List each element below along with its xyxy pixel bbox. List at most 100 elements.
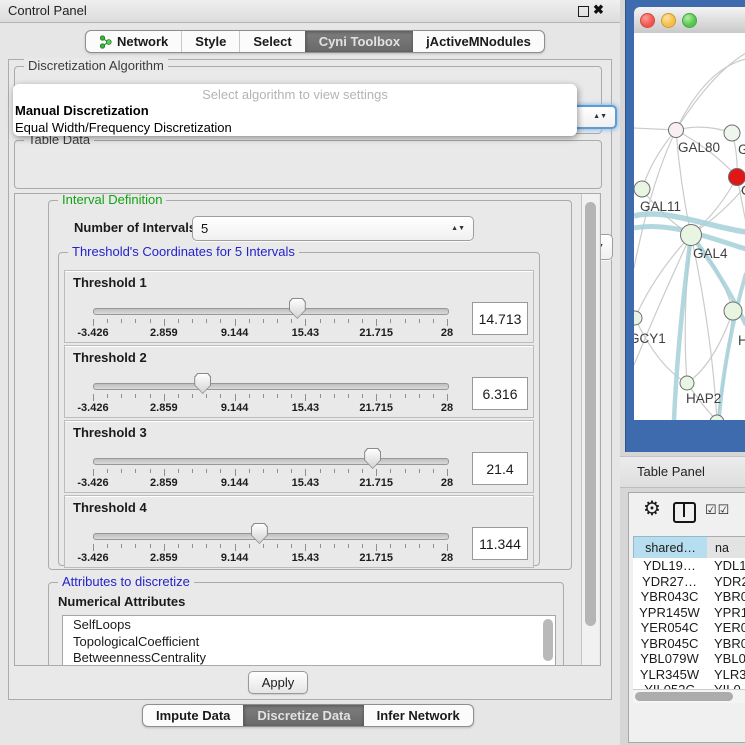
slider-tick-label: -3.426 xyxy=(77,477,108,489)
tab-network[interactable]: Network xyxy=(86,31,181,52)
dropdown-option-equal-width[interactable]: Equal Width/Frequency Discretization xyxy=(13,119,577,136)
cell-name: YBR0 xyxy=(706,589,745,604)
number-of-intervals-combobox[interactable]: 5 ▲▼ xyxy=(192,216,474,241)
network-node-label: GAL80 xyxy=(678,140,720,155)
close-icon[interactable]: ✖ xyxy=(593,2,604,18)
table-row[interactable]: YPR145WYPR1 xyxy=(633,605,745,621)
threshold-value-field[interactable]: 6.316 xyxy=(472,377,528,410)
network-node[interactable] xyxy=(634,311,642,325)
slider-track[interactable] xyxy=(93,383,449,390)
list-item[interactable]: BetweennessCentrality xyxy=(63,650,539,666)
horizontal-scrollbar-thumb[interactable] xyxy=(635,692,733,701)
slider-tick xyxy=(206,319,207,323)
table-row[interactable]: YIL052CYIL0 xyxy=(633,682,745,689)
slider-tick xyxy=(263,544,264,548)
table-row[interactable]: YBR043CYBR0 xyxy=(633,589,745,605)
list-item[interactable]: SelfLoops xyxy=(63,617,539,634)
scrollbar-thumb[interactable] xyxy=(585,202,596,626)
table-row[interactable]: YLR345WYLR3 xyxy=(633,667,745,683)
slider-tick xyxy=(291,469,292,473)
table-row[interactable]: YDR27…YDR2 xyxy=(633,574,745,590)
threshold-panel: Threshold 4-3.4262.8599.14415.4321.71528… xyxy=(64,495,534,568)
slider-thumb-face xyxy=(252,524,267,543)
slider-thumb[interactable] xyxy=(194,373,211,394)
slider-tick xyxy=(164,544,165,551)
tab-label: jActiveMNodules xyxy=(426,34,531,49)
tab-impute-data[interactable]: Impute Data xyxy=(143,705,243,726)
zoom-traffic-light-icon[interactable] xyxy=(682,13,697,28)
slider-tick xyxy=(376,469,377,476)
network-node[interactable] xyxy=(724,302,742,320)
application-root: Control Panel ✖ Network Style Select Cyn… xyxy=(0,0,745,745)
threshold-value-field[interactable]: 21.4 xyxy=(472,452,528,485)
network-node[interactable] xyxy=(681,225,702,246)
table-row[interactable]: YBR045CYBR0 xyxy=(633,636,745,652)
slider-tick xyxy=(433,394,434,398)
slider-tick xyxy=(447,394,448,401)
network-node[interactable] xyxy=(634,181,650,197)
apply-button[interactable]: Apply xyxy=(248,671,308,694)
apply-button-label: Apply xyxy=(262,675,295,690)
list-item[interactable]: TopologicalCoefficient xyxy=(63,634,539,651)
network-window-titlebar[interactable] xyxy=(634,7,745,34)
close-traffic-light-icon[interactable] xyxy=(640,13,655,28)
tab-cyni-toolbox[interactable]: Cyni Toolbox xyxy=(305,31,413,52)
tab-style[interactable]: Style xyxy=(181,31,239,52)
threshold-value-field[interactable]: 11.344 xyxy=(472,527,528,560)
network-node[interactable] xyxy=(724,125,740,141)
network-node[interactable] xyxy=(669,123,684,138)
group-title: Threshold's Coordinates for 5 Intervals xyxy=(68,244,299,259)
network-canvas[interactable]: GAL80GACGAL11GAL4GCY1HHAP2 xyxy=(634,33,745,420)
table-panel: ⚙ ☑☑ shared… na YDL19…YDL1YDR27…YDR2YBR0… xyxy=(628,492,745,743)
threshold-panel: Threshold 1-3.4262.8599.14415.4321.71528… xyxy=(64,270,534,343)
threshold-value-field[interactable]: 14.713 xyxy=(472,302,528,335)
tab-infer-network[interactable]: Infer Network xyxy=(364,705,473,726)
slider-tick xyxy=(164,394,165,401)
slider-track[interactable] xyxy=(93,533,449,540)
network-node[interactable] xyxy=(680,376,694,390)
column-header-shared-name[interactable]: shared… xyxy=(633,536,708,559)
minimize-traffic-light-icon[interactable] xyxy=(661,13,676,28)
slider-tick xyxy=(390,394,391,398)
table-row[interactable]: YER054CYER0 xyxy=(633,620,745,636)
slider-tick xyxy=(405,319,406,323)
slider-tick-label: 28 xyxy=(441,402,453,414)
right-panel: GAL80GACGAL11GAL4GCY1HHAP2 Table Panel ⚙… xyxy=(620,0,745,745)
slider-tick-label: 2.859 xyxy=(150,552,178,564)
slider-track[interactable] xyxy=(93,458,449,465)
tab-jactivemnodules[interactable]: jActiveMNodules xyxy=(413,31,544,52)
slider-thumb[interactable] xyxy=(289,298,306,319)
table-data-group: Table Data galFiltered.sif default node … xyxy=(14,140,602,189)
slider-tick xyxy=(390,469,391,473)
attribute-items: SelfLoopsTopologicalCoefficientBetweenne… xyxy=(63,617,539,666)
slider-tick xyxy=(178,469,179,473)
scrollbar-track[interactable] xyxy=(581,194,599,665)
table-row[interactable]: YDL19…YDL1 xyxy=(633,558,745,574)
numerical-attributes-list[interactable]: SelfLoopsTopologicalCoefficientBetweenne… xyxy=(62,615,556,666)
float-window-icon[interactable] xyxy=(578,6,589,17)
slider-tick-label: 28 xyxy=(441,327,453,339)
checkbox-icons[interactable]: ☑☑ xyxy=(705,502,730,518)
tab-select[interactable]: Select xyxy=(239,31,304,52)
slider-tick xyxy=(263,469,264,473)
slider-tick xyxy=(419,544,420,548)
slider-tick xyxy=(305,469,306,476)
control-panel-tabs: Network Style Select Cyni Toolbox jActiv… xyxy=(85,30,545,53)
slider-thumb[interactable] xyxy=(251,523,268,544)
gear-icon[interactable]: ⚙ xyxy=(643,496,661,521)
slider-tick-label: 9.144 xyxy=(221,402,249,414)
slider-thumb[interactable] xyxy=(364,448,381,469)
list-scrollbar-thumb[interactable] xyxy=(543,619,553,661)
panel-title: Control Panel xyxy=(8,3,87,18)
table-rows: YDL19…YDL1YDR27…YDR2YBR043CYBR0YPR145WYP… xyxy=(633,558,745,689)
table-row[interactable]: YBL079WYBL0 xyxy=(633,651,745,667)
slider-track[interactable] xyxy=(93,308,449,315)
dropdown-option-manual[interactable]: Manual Discretization xyxy=(13,102,577,119)
column-layout-icon[interactable] xyxy=(673,502,696,523)
cell-shared-name: YDL19… xyxy=(633,558,706,573)
network-edge xyxy=(642,130,676,189)
horizontal-scrollbar-track[interactable] xyxy=(633,689,745,703)
network-node-label: C xyxy=(741,183,745,198)
tab-discretize-data[interactable]: Discretize Data xyxy=(243,705,363,726)
column-header-name[interactable]: na xyxy=(707,536,745,559)
